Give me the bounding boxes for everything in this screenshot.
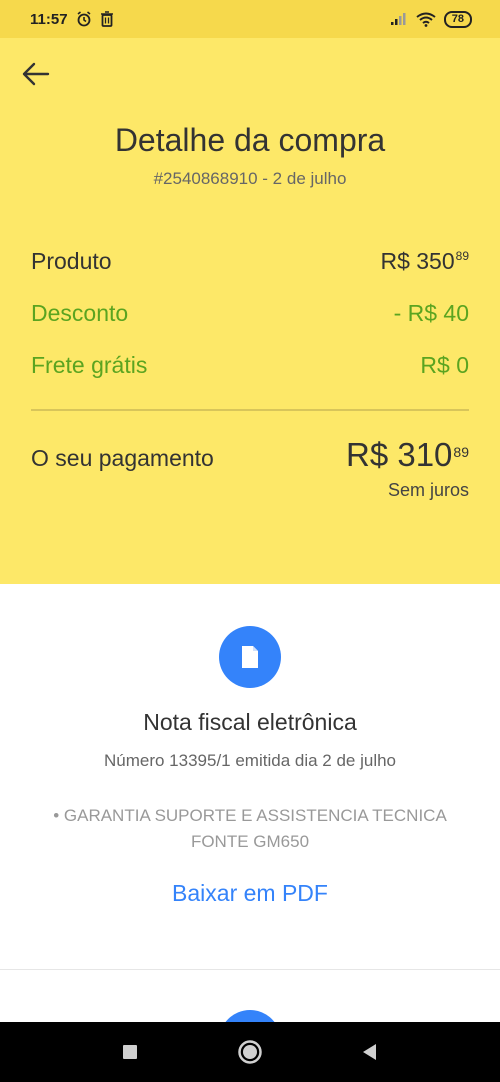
- system-nav-bar: [0, 1022, 500, 1082]
- back-button[interactable]: [18, 56, 54, 92]
- shipping-label: Frete grátis: [31, 352, 148, 378]
- home-button[interactable]: [225, 1027, 275, 1077]
- status-bar: 11:57 78: [0, 0, 500, 38]
- document-icon: [242, 646, 258, 668]
- back-triangle-icon: [363, 1044, 376, 1060]
- interest-note: Sem juros: [387, 480, 469, 500]
- invoice-number: Número 13395/1 emitida dia 2 de julho: [103, 751, 397, 770]
- payment-amount: R$ 310: [346, 436, 453, 473]
- payment-price: R$ 31089: [346, 436, 469, 474]
- product-cents: 89: [455, 249, 469, 264]
- product-row: Produto R$ 35089: [31, 248, 469, 275]
- invoice-title: Nota fiscal eletrônica: [143, 709, 357, 735]
- system-back-button[interactable]: [345, 1027, 395, 1077]
- section-divider: [0, 969, 500, 970]
- invoice-description: • GARANTIA SUPORTE E ASSISTENCIA TECNICA…: [53, 806, 447, 851]
- shipping-amount: R$ 0: [420, 352, 469, 378]
- invoice-badge: [219, 626, 281, 688]
- shipping-row: Frete grátis R$ 0: [31, 352, 469, 379]
- home-circle-icon: [238, 1040, 262, 1064]
- discount-amount: - R$ 40: [393, 300, 469, 326]
- battery-indicator: 78: [443, 10, 472, 28]
- signal-icon: [390, 13, 406, 25]
- download-pdf-link[interactable]: Baixar em PDF: [0, 880, 500, 907]
- purchase-header: Detalhe da compra #2540868910 - 2 de jul…: [0, 38, 500, 584]
- discount-label: Desconto: [31, 300, 129, 326]
- page-title: Detalhe da compra: [114, 122, 386, 158]
- arrow-left-icon: [22, 62, 50, 86]
- discount-row: Desconto - R$ 40: [31, 300, 469, 327]
- status-left: 11:57: [30, 11, 114, 28]
- alarm-icon: [77, 11, 91, 27]
- summary-divider: [31, 409, 469, 411]
- payment-row: O seu pagamento R$ 31089: [31, 436, 469, 474]
- product-price: R$ 35089: [380, 248, 469, 275]
- product-amount: R$ 350: [380, 248, 455, 274]
- wifi-icon: [416, 12, 436, 27]
- payment-cents: 89: [453, 444, 469, 461]
- status-time: 11:57: [30, 10, 68, 28]
- trash-icon: [100, 11, 113, 27]
- recents-square-icon: [123, 1045, 137, 1059]
- status-right: 78: [390, 10, 472, 28]
- payment-label: O seu pagamento: [31, 445, 214, 471]
- order-subtitle: #2540868910 - 2 de julho: [153, 169, 347, 188]
- recents-button[interactable]: [105, 1027, 155, 1077]
- product-label: Produto: [31, 248, 112, 274]
